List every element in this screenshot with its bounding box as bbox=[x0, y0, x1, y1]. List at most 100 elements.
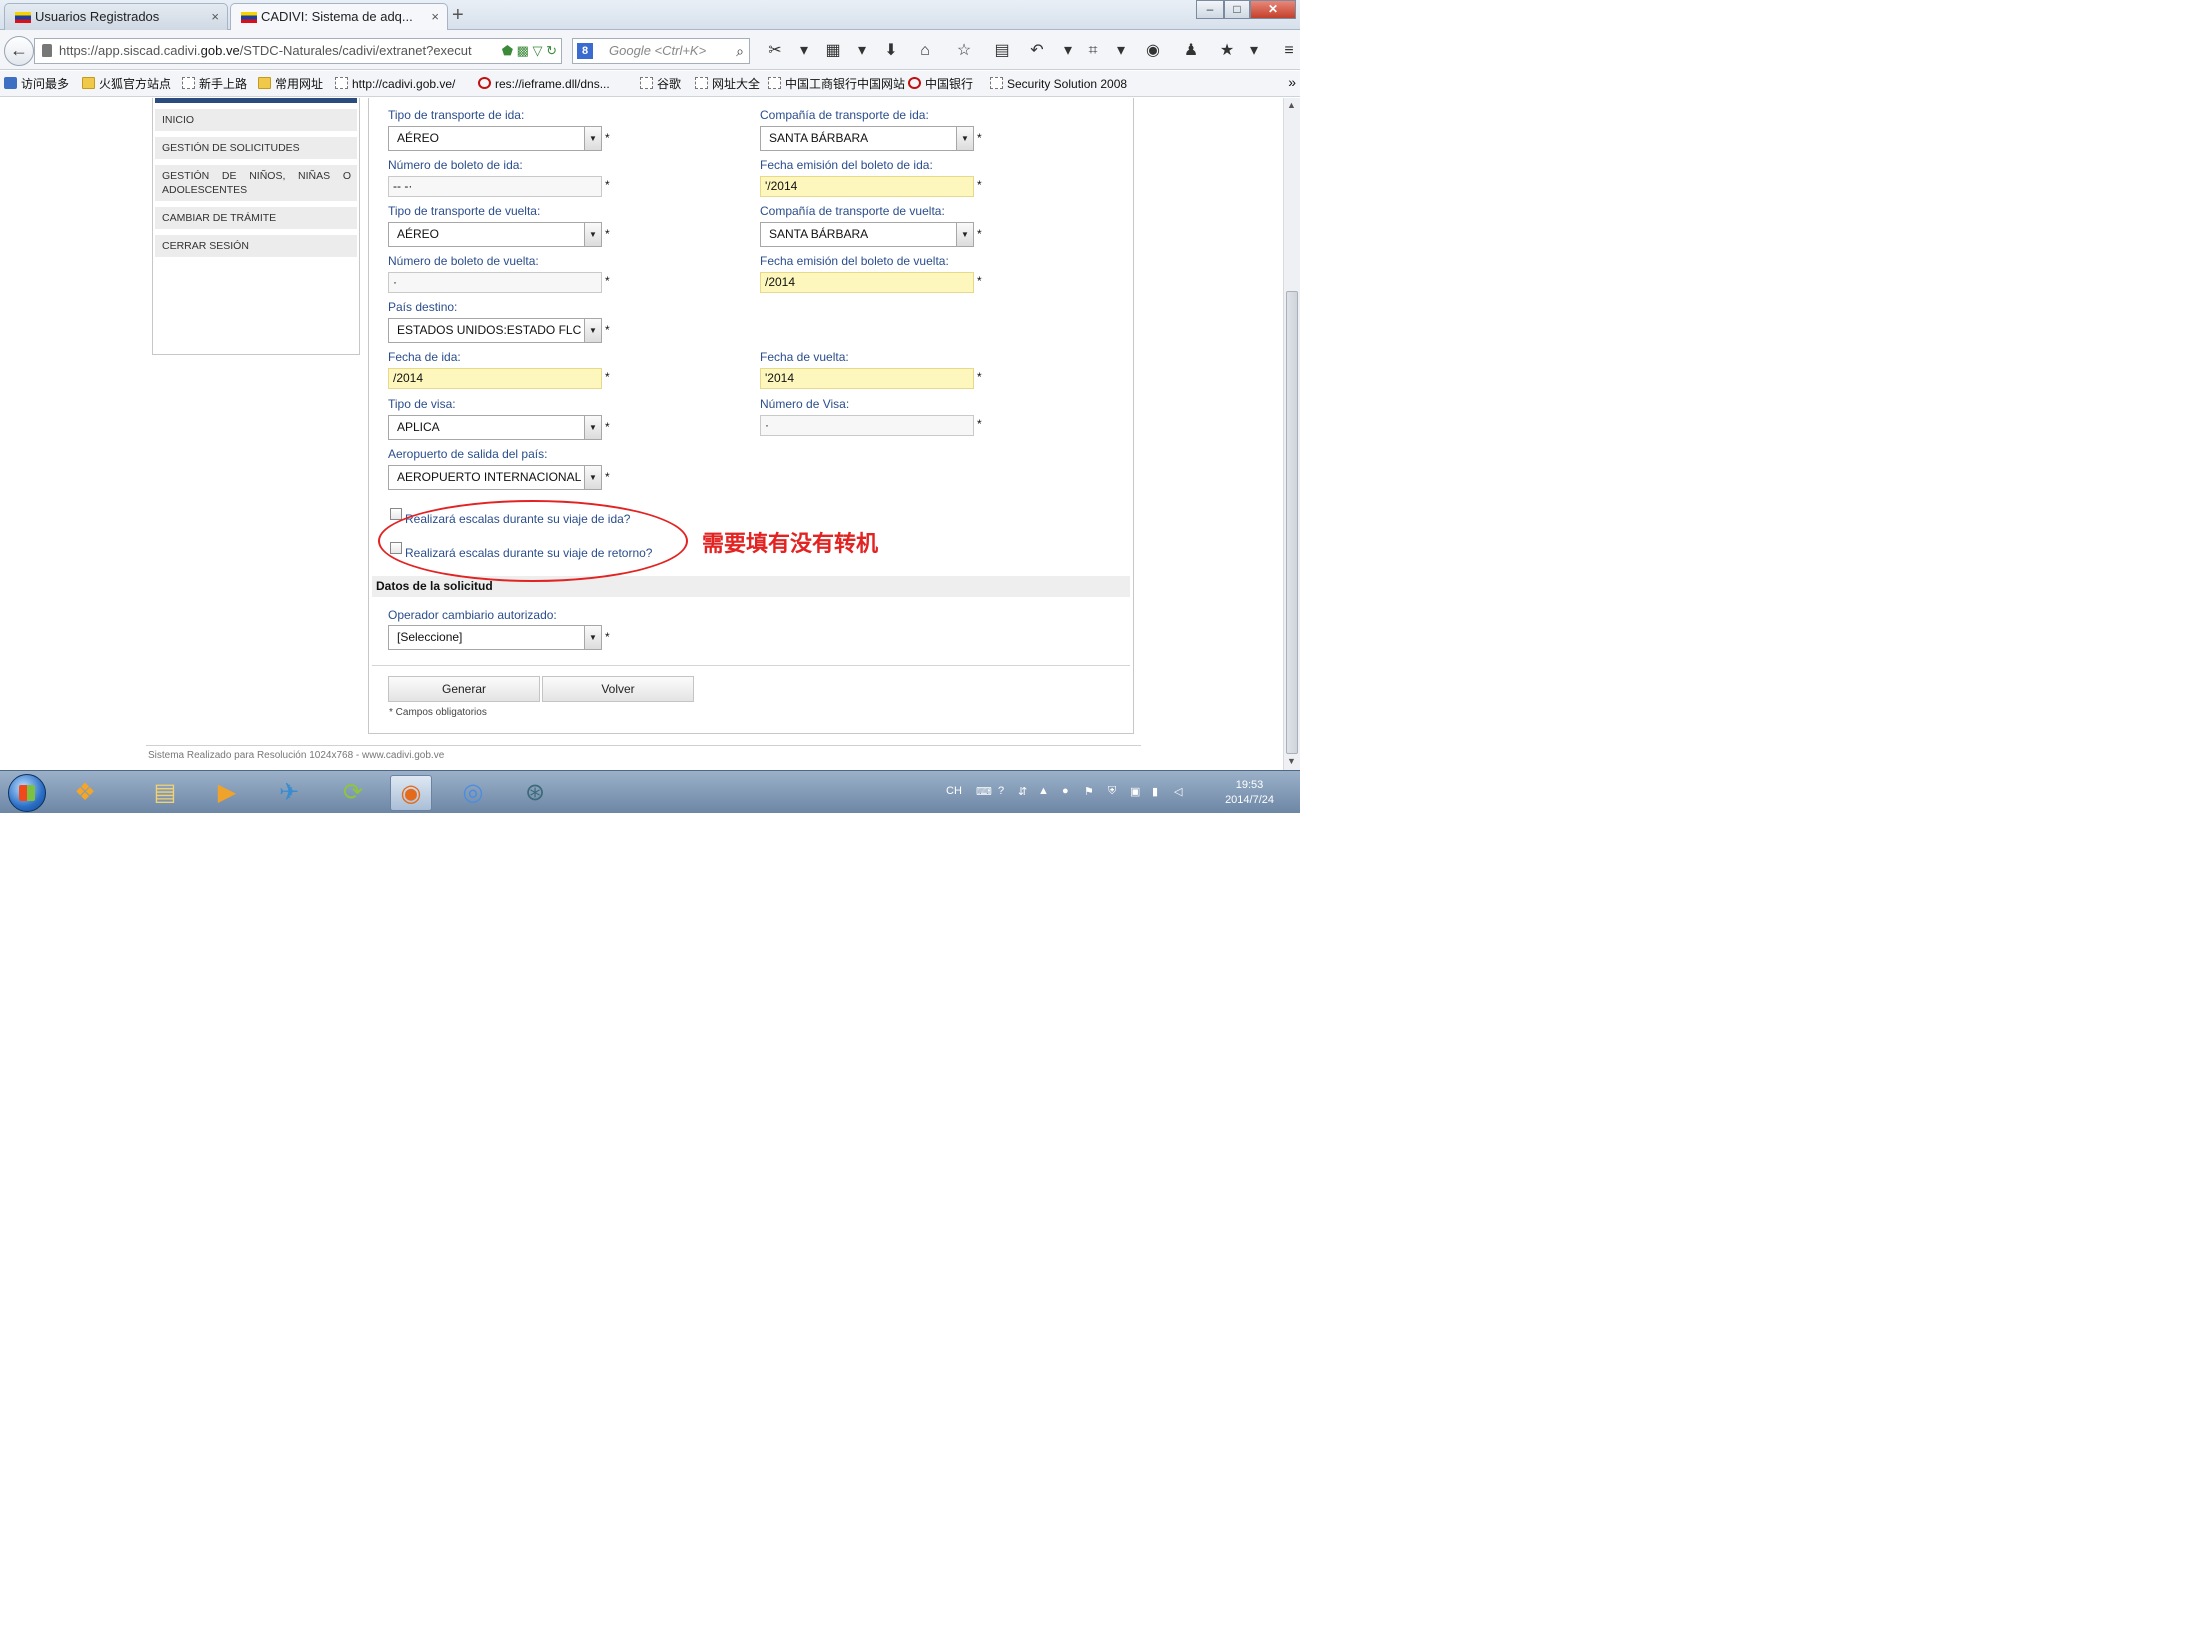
chrome-icon[interactable]: ◎ bbox=[452, 775, 494, 811]
tab-cadivi[interactable]: CADIVI: Sistema de adq... × bbox=[230, 3, 448, 31]
chevron-down-icon-2[interactable]: ▾ bbox=[851, 40, 873, 62]
url-bar[interactable]: https://app.siscad.cadivi.gob.ve/STDC-Na… bbox=[34, 38, 562, 64]
sidebar-item-inicio[interactable]: INICIO bbox=[155, 109, 357, 131]
bookmark-item[interactable]: 火狐官方站点 bbox=[82, 76, 171, 92]
dropdown-arrow-icon[interactable]: ▼ bbox=[584, 626, 601, 649]
keyboard-icon[interactable]: ⌨ bbox=[976, 785, 992, 798]
select-tipo-visa[interactable]: APLICA ▼ bbox=[388, 415, 602, 440]
signal-icon[interactable]: ▮ bbox=[1152, 785, 1158, 798]
search-engine-icon[interactable]: 8 bbox=[577, 43, 593, 59]
star-icon[interactable]: ☆ bbox=[953, 40, 975, 62]
bookmark-item[interactable]: 常用网址 bbox=[258, 76, 323, 92]
home-icon[interactable]: ⌂ bbox=[914, 40, 936, 62]
url-domain: gob.ve bbox=[200, 43, 240, 58]
bookmark-item[interactable]: 访问最多 bbox=[4, 76, 69, 92]
dropdown-arrow-icon[interactable]: ▼ bbox=[584, 319, 601, 342]
search-bar[interactable]: 8 Google <Ctrl+K> ⌕ bbox=[572, 38, 750, 64]
select-aeropuerto[interactable]: AEROPUERTO INTERNACIONAL ▼ bbox=[388, 465, 602, 490]
select-pais-destino[interactable]: ESTADOS UNIDOS:ESTADO FLC ▼ bbox=[388, 318, 602, 343]
chevron-down-icon-3[interactable]: ▾ bbox=[1057, 40, 1079, 62]
sidebar-item-gestion-solicitudes[interactable]: GESTIÓN DE SOLICITUDES bbox=[155, 137, 357, 159]
close-window-button[interactable]: ✕ bbox=[1250, 0, 1296, 19]
screenshot-icon[interactable]: ✂ bbox=[764, 40, 786, 62]
maximize-button[interactable]: □ bbox=[1224, 0, 1250, 19]
volver-button[interactable]: Volver bbox=[542, 676, 694, 702]
system-clock[interactable]: 19:53 2014/7/24 bbox=[1225, 778, 1274, 808]
bookmark-item[interactable]: 中国银行 bbox=[908, 76, 973, 92]
crop-icon[interactable]: ⌗ bbox=[1082, 40, 1104, 62]
language-indicator[interactable]: CH bbox=[946, 785, 962, 797]
bookmarks-more-button[interactable]: » bbox=[1288, 74, 1296, 90]
menu-icon[interactable]: ≡ bbox=[1278, 40, 1300, 62]
generar-button[interactable]: Generar bbox=[388, 676, 540, 702]
dropdown-arrow-icon[interactable]: ▼ bbox=[584, 466, 601, 489]
sidebar-item-cambiar-tramite[interactable]: CAMBIAR DE TRÁMITE bbox=[155, 207, 357, 229]
tab-close-icon[interactable]: × bbox=[431, 4, 439, 30]
checkbox-escala-ida[interactable] bbox=[390, 508, 402, 520]
media-center-icon[interactable]: ❖ bbox=[64, 775, 106, 811]
search-icon[interactable]: ⌕ bbox=[736, 39, 744, 63]
input-fecha-emision-ida[interactable]: '/2014 bbox=[760, 176, 974, 197]
firefox-icon[interactable]: ◉ bbox=[390, 775, 432, 811]
select-operador[interactable]: [Seleccione] ▼ bbox=[388, 625, 602, 650]
dropdown-arrow-icon[interactable]: ▼ bbox=[584, 223, 601, 246]
bird-app-icon[interactable]: ✈ bbox=[268, 775, 310, 811]
network-app-icon[interactable]: ⊛ bbox=[514, 775, 556, 811]
select-compania-ida[interactable]: SANTA BÁRBARA ▼ bbox=[760, 126, 974, 151]
back-button[interactable]: ← bbox=[4, 36, 34, 66]
dropdown-arrow-icon[interactable]: ▼ bbox=[584, 127, 601, 150]
vertical-scrollbar[interactable]: ▲ ▼ bbox=[1283, 98, 1300, 770]
bookmark-item[interactable]: 网址大全 bbox=[695, 76, 760, 92]
chat-icon[interactable]: ◉ bbox=[1142, 40, 1164, 62]
select-tipo-ida[interactable]: AÉREO ▼ bbox=[388, 126, 602, 151]
volume-icon[interactable]: ◁ bbox=[1174, 785, 1182, 798]
device-icon[interactable]: ▣ bbox=[1130, 785, 1140, 798]
explorer-folder-icon[interactable]: ▤ bbox=[144, 775, 186, 811]
bookmark-item[interactable]: Security Solution 2008 bbox=[990, 76, 1127, 92]
apps-icon[interactable]: ▦ bbox=[822, 40, 844, 62]
sidebar-item-gestion-ninos[interactable]: GESTIÓN DE NIÑOS, NIÑAS O ADOLESCENTES bbox=[155, 165, 357, 201]
input-fecha-emision-vuelta[interactable]: /2014 bbox=[760, 272, 974, 293]
bookmark-item[interactable]: 新手上路 bbox=[182, 76, 247, 92]
new-tab-button[interactable]: + bbox=[452, 4, 464, 27]
network-sync-icon[interactable]: ⇵ bbox=[1018, 785, 1027, 798]
action-center-flag-icon[interactable]: ⚑ bbox=[1084, 785, 1094, 798]
scrollbar-thumb[interactable] bbox=[1286, 291, 1298, 754]
clipboard-icon[interactable]: ▤ bbox=[991, 40, 1013, 62]
bookmark-item[interactable]: http://cadivi.gob.ve/ bbox=[335, 76, 455, 92]
download-icon[interactable]: ⬇ bbox=[880, 40, 902, 62]
select-compania-vuelta[interactable]: SANTA BÁRBARA ▼ bbox=[760, 222, 974, 247]
dropdown-arrow-icon[interactable]: ▼ bbox=[584, 416, 601, 439]
url-tools-icons[interactable]: ⬟ ▩ ▽ ↻ bbox=[502, 39, 557, 63]
chevron-down-icon-5[interactable]: ▾ bbox=[1243, 40, 1265, 62]
select-tipo-vuelta[interactable]: AÉREO ▼ bbox=[388, 222, 602, 247]
chevron-down-icon[interactable]: ▾ bbox=[793, 40, 815, 62]
input-fecha-ida[interactable]: /2014 bbox=[388, 368, 602, 389]
dropdown-arrow-icon[interactable]: ▼ bbox=[956, 127, 973, 150]
scroll-down-icon[interactable]: ▼ bbox=[1287, 756, 1296, 766]
chevron-down-icon-4[interactable]: ▾ bbox=[1110, 40, 1132, 62]
input-numero-visa[interactable]: · bbox=[760, 415, 974, 436]
scroll-up-icon[interactable]: ▲ bbox=[1287, 100, 1296, 110]
green-app-icon[interactable]: ⟳ bbox=[332, 775, 374, 811]
status-dot-icon[interactable]: ● bbox=[1062, 785, 1069, 797]
undo-icon[interactable]: ↶ bbox=[1026, 40, 1048, 62]
tab-usuarios-registrados[interactable]: Usuarios Registrados × bbox=[4, 3, 228, 30]
input-numero-vuelta[interactable]: · bbox=[388, 272, 602, 293]
help-icon[interactable]: ? bbox=[998, 785, 1004, 797]
dropdown-arrow-icon[interactable]: ▼ bbox=[956, 223, 973, 246]
bookmark-item[interactable]: 中国工商银行中国网站 bbox=[768, 76, 905, 92]
input-fecha-vuelta[interactable]: '2014 bbox=[760, 368, 974, 389]
favorite-badge-icon[interactable]: ★ bbox=[1216, 40, 1238, 62]
show-hidden-icon[interactable]: ▲ bbox=[1038, 785, 1049, 797]
media-player-icon[interactable]: ▶ bbox=[206, 775, 248, 811]
bookmark-item[interactable]: 谷歌 bbox=[640, 76, 681, 92]
tab-close-icon[interactable]: × bbox=[211, 4, 219, 30]
input-numero-ida[interactable]: -- -· bbox=[388, 176, 602, 197]
user-icon[interactable]: ♟ bbox=[1180, 40, 1202, 62]
bookmark-item[interactable]: res://ieframe.dll/dns... bbox=[478, 76, 610, 92]
shield-icon[interactable]: ⛨ bbox=[1108, 785, 1116, 798]
start-button[interactable] bbox=[8, 774, 46, 812]
sidebar-item-cerrar-sesion[interactable]: CERRAR SESIÓN bbox=[155, 235, 357, 257]
minimize-button[interactable]: – bbox=[1196, 0, 1224, 19]
